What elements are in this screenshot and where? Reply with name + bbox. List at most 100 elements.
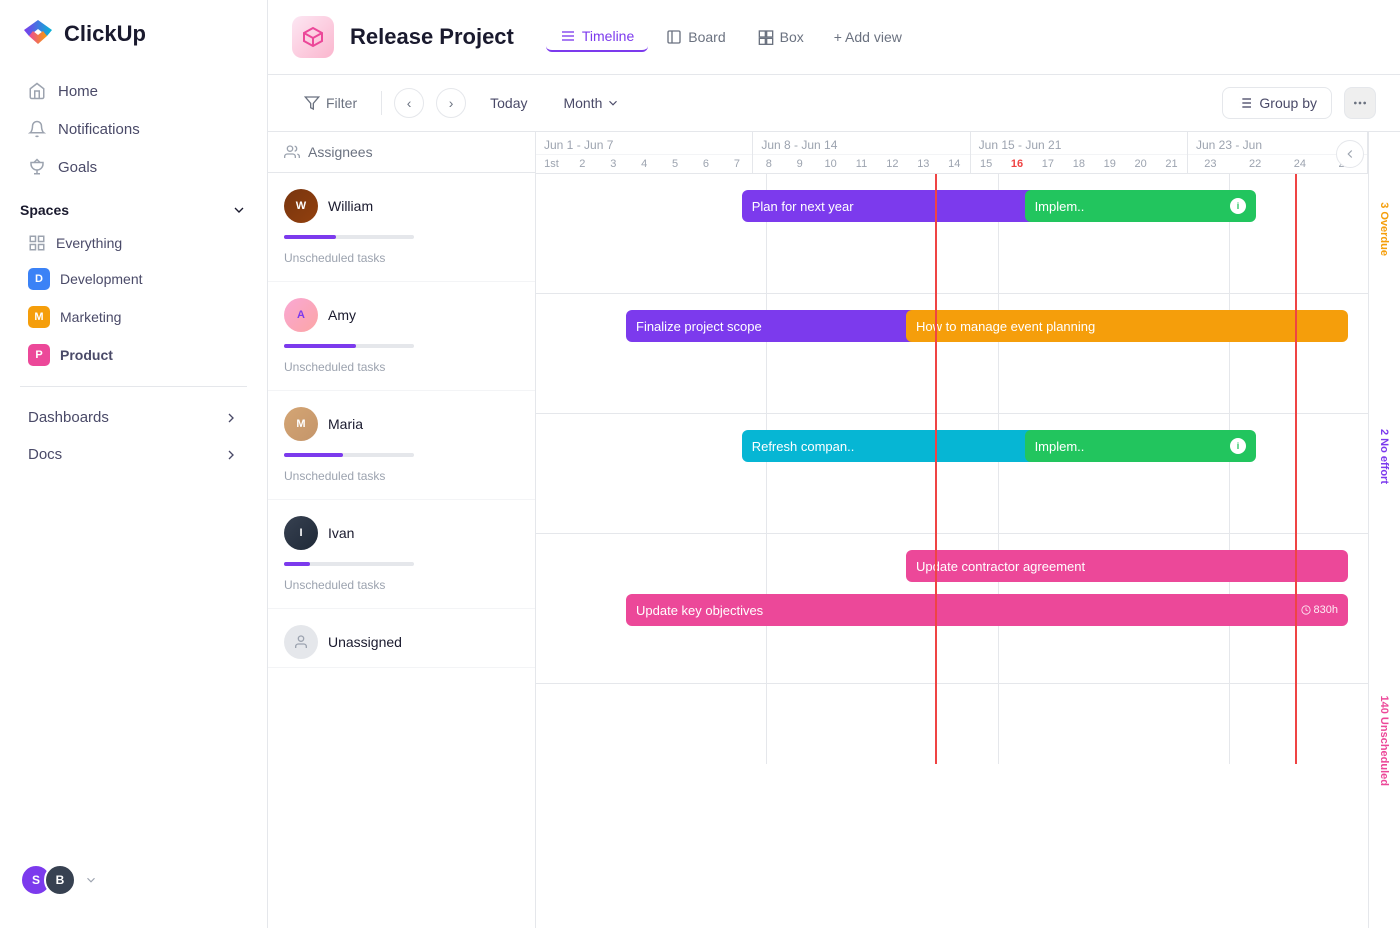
- filter-button[interactable]: Filter: [292, 89, 369, 117]
- sidebar-item-product[interactable]: P Product: [8, 336, 259, 374]
- sidebar-item-development[interactable]: D Development: [8, 260, 259, 298]
- right-label-overdue[interactable]: 3 Overdue: [1369, 132, 1400, 359]
- progress-amy: [268, 340, 535, 352]
- toolbar: Filter ‹ › Today Month Group by: [268, 75, 1400, 132]
- collapse-icon: [1343, 147, 1357, 161]
- chevron-down-footer-icon[interactable]: [84, 873, 98, 887]
- right-label-unscheduled[interactable]: 140 Unscheduled: [1369, 554, 1400, 928]
- assignee-name-ivan: Ivan: [328, 525, 354, 541]
- task-bar-key-objectives[interactable]: Update key objectives 830h: [626, 594, 1348, 626]
- day-12: 12: [877, 155, 908, 173]
- project-box-icon: [301, 25, 325, 49]
- day-15: 15: [971, 155, 1002, 173]
- clickup-logo-icon: [20, 16, 56, 52]
- right-label-noeffort[interactable]: 2 No effort: [1369, 359, 1400, 554]
- box-icon: [758, 29, 774, 45]
- task-bar-finalize[interactable]: Finalize project scope: [626, 310, 950, 342]
- logo[interactable]: ClickUp: [0, 16, 267, 72]
- timeline-row-ivan: Update contractor agreement Update key o…: [536, 534, 1368, 684]
- group-by-button[interactable]: Group by: [1222, 87, 1332, 119]
- view-tabs: Timeline Board Box + Add view: [546, 22, 914, 52]
- overdue-label-text: 3 Overdue: [1379, 203, 1391, 257]
- assignees-header: Assignees: [268, 132, 535, 173]
- sidebar: ClickUp Home Notifications Goals Spaces …: [0, 0, 268, 928]
- main-content: Release Project Timeline Board Box + Add…: [268, 0, 1400, 928]
- task-bar-contractor[interactable]: Update contractor agreement: [906, 550, 1348, 582]
- today-button[interactable]: Today: [478, 89, 539, 117]
- unscheduled-ivan: Unscheduled tasks: [268, 570, 535, 608]
- day-7: 7: [721, 155, 752, 173]
- noeffort-label-text: 2 No effort: [1379, 429, 1391, 484]
- task-bar-implem-william[interactable]: Implem.. i: [1025, 190, 1256, 222]
- assignee-row-william: W William Unscheduled tasks: [268, 173, 535, 282]
- assignee-name-unassigned: Unassigned: [328, 634, 402, 650]
- assignee-row-ivan: I Ivan Unscheduled tasks: [268, 500, 535, 609]
- sidebar-item-goals[interactable]: Goals: [8, 148, 259, 186]
- avatar-amy: A: [284, 298, 318, 332]
- assignee-name-maria: Maria: [328, 416, 363, 432]
- marketing-space-icon: M: [28, 306, 50, 328]
- grid-icon: [28, 234, 46, 252]
- assignee-row-amy: A Amy Unscheduled tasks: [268, 282, 535, 391]
- sidebar-item-notifications[interactable]: Notifications: [8, 110, 259, 148]
- assignee-name-amy: Amy: [328, 307, 356, 323]
- sidebar-item-docs[interactable]: Docs: [8, 436, 259, 473]
- collapse-button[interactable]: [1336, 140, 1364, 168]
- sidebar-item-everything[interactable]: Everything: [8, 226, 259, 260]
- day-23: 23: [1188, 155, 1233, 173]
- prev-button[interactable]: ‹: [394, 88, 424, 118]
- day-1st: 1st: [536, 155, 567, 173]
- task-label-contractor: Update contractor agreement: [916, 559, 1085, 574]
- timeline-row-william: Plan for next year 830h Implem..: [536, 174, 1368, 294]
- tab-timeline[interactable]: Timeline: [546, 22, 648, 52]
- task-label-event: How to manage event planning: [916, 319, 1095, 334]
- tab-board[interactable]: Board: [652, 23, 739, 51]
- unscheduled-label-text: 140 Unscheduled: [1379, 696, 1391, 786]
- bell-icon: [28, 120, 46, 138]
- more-icon: [1352, 95, 1368, 111]
- week-label-2: Jun 8 - Jun 14: [753, 132, 969, 155]
- progress-ivan: [268, 558, 535, 570]
- progress-maria: [268, 449, 535, 461]
- day-19: 19: [1094, 155, 1125, 173]
- assignees-label: Assignees: [308, 144, 373, 160]
- week-col-2: Jun 8 - Jun 14 8 9 10 11 12 13 14: [753, 132, 970, 173]
- sidebar-item-home[interactable]: Home: [8, 72, 259, 110]
- task-label-plan: Plan for next year: [752, 199, 854, 214]
- sidebar-footer: S B: [0, 848, 267, 912]
- tab-box[interactable]: Box: [744, 23, 818, 51]
- task-label-finalize: Finalize project scope: [636, 319, 762, 334]
- week-col-1: Jun 1 - Jun 7 1st 2 3 4 5 6 7: [536, 132, 753, 173]
- assignee-row-maria: M Maria Unscheduled tasks: [268, 391, 535, 500]
- add-view-button[interactable]: + Add view: [822, 23, 914, 51]
- day-3: 3: [598, 155, 629, 173]
- avatar-b[interactable]: B: [44, 864, 76, 896]
- sidebar-item-marketing[interactable]: M Marketing: [8, 298, 259, 336]
- chevron-right-icon2: [223, 447, 239, 463]
- day-14: 14: [939, 155, 970, 173]
- assignees-panel: Assignees W William Unscheduled tasks A …: [268, 132, 536, 928]
- month-selector[interactable]: Month: [551, 89, 632, 117]
- board-icon: [666, 29, 682, 45]
- assignee-row-unassigned: Unassigned: [268, 609, 535, 668]
- task-bar-implem-maria[interactable]: Implem.. i: [1025, 430, 1256, 462]
- unscheduled-amy: Unscheduled tasks: [268, 352, 535, 390]
- day-11: 11: [846, 155, 877, 173]
- assignee-name-william: William: [328, 198, 373, 214]
- task-info-m: i: [1230, 438, 1246, 454]
- sidebar-item-dashboards[interactable]: Dashboards: [8, 399, 259, 436]
- month-chevron-icon: [606, 96, 620, 110]
- week-label-3: Jun 15 - Jun 21: [971, 132, 1187, 155]
- task-bar-event-planning[interactable]: How to manage event planning: [906, 310, 1348, 342]
- project-icon: [292, 16, 334, 58]
- timeline-row-maria: Refresh compan.. 830h Implem..: [536, 414, 1368, 534]
- chevron-down-icon[interactable]: [231, 202, 247, 218]
- avatar-ivan: I: [284, 516, 318, 550]
- user-icon: [293, 634, 309, 650]
- more-options-button[interactable]: [1344, 87, 1376, 119]
- week-label-1: Jun 1 - Jun 7: [536, 132, 752, 155]
- timeline-header: Jun 1 - Jun 7 1st 2 3 4 5 6 7 Jun 8 - Ju…: [536, 132, 1368, 174]
- day-18: 18: [1063, 155, 1094, 173]
- next-button[interactable]: ›: [436, 88, 466, 118]
- task-info-w: i: [1230, 198, 1246, 214]
